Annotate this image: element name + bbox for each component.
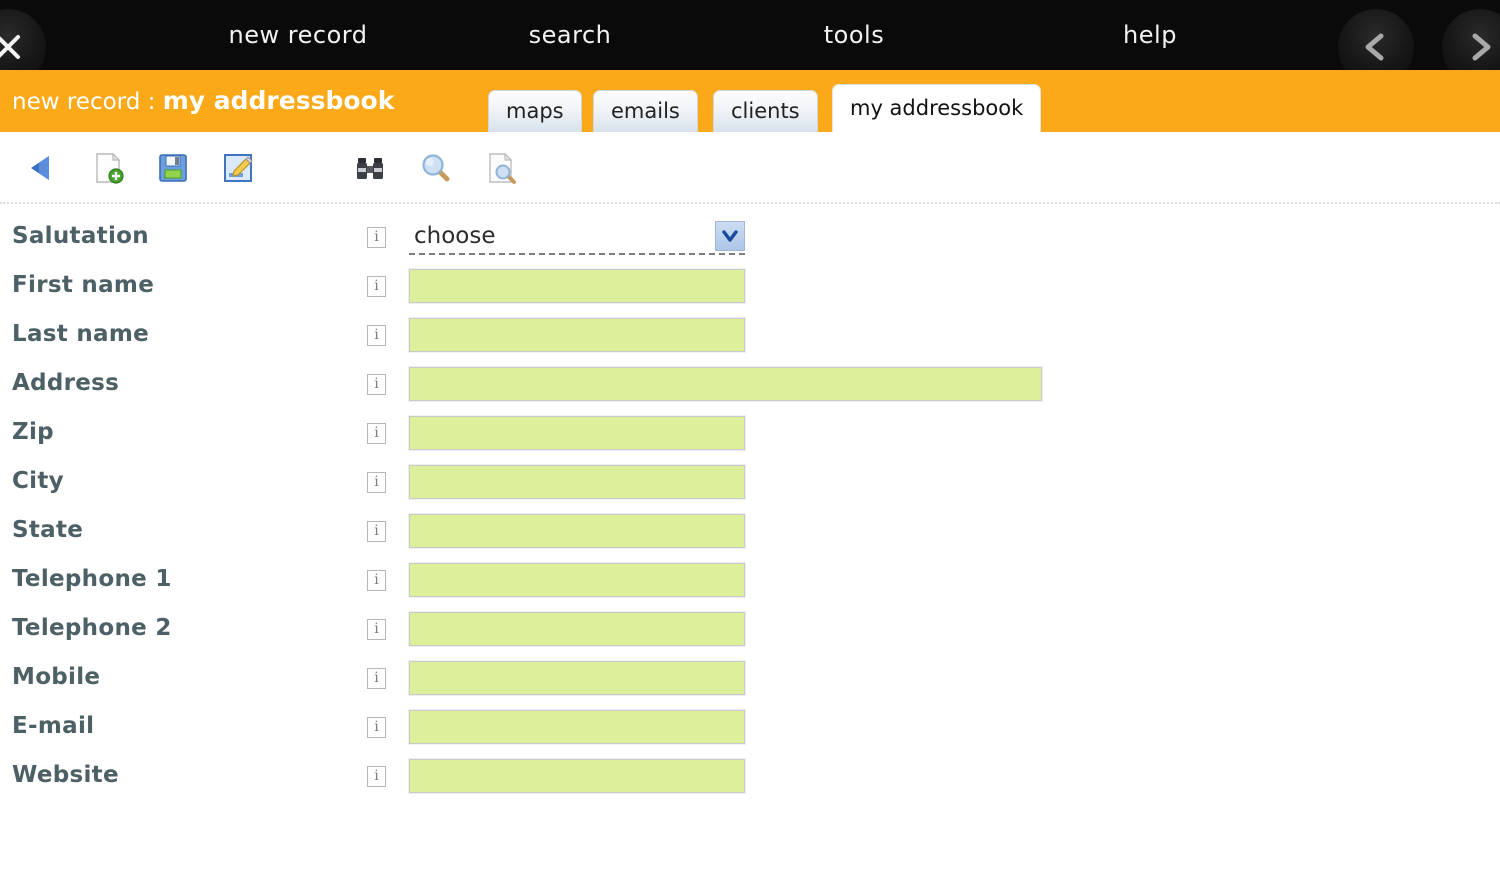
edit-button[interactable] xyxy=(216,146,260,190)
breadcrumb-prefix: new record : xyxy=(12,89,163,115)
tab-emails[interactable]: emails xyxy=(593,90,698,132)
back-button[interactable] xyxy=(20,146,64,190)
tab-clients[interactable]: clients xyxy=(713,90,818,132)
page-header-bar: new record : my addressbook maps emails … xyxy=(0,70,1500,132)
breadcrumb: new record : my addressbook xyxy=(12,70,394,132)
form-row: E-mail i xyxy=(0,702,1500,751)
last-name-input[interactable] xyxy=(408,317,746,353)
city-input[interactable] xyxy=(408,464,746,500)
chevron-left-icon xyxy=(1365,33,1384,61)
info-icon[interactable]: i xyxy=(367,423,386,444)
form-row: State i xyxy=(0,506,1500,555)
form-row: Zip i xyxy=(0,408,1500,457)
salutation-select-value: choose xyxy=(414,223,496,249)
form-row: Address i xyxy=(0,359,1500,408)
info-icon[interactable]: i xyxy=(367,276,386,297)
new-record-button[interactable] xyxy=(86,146,130,190)
mobile-input[interactable] xyxy=(408,660,746,696)
save-floppy-icon xyxy=(159,154,187,182)
info-icon[interactable]: i xyxy=(367,619,386,640)
info-icon[interactable]: i xyxy=(367,521,386,542)
form-row: City i xyxy=(0,457,1500,506)
field-label-mobile: Mobile xyxy=(12,664,101,690)
first-name-input[interactable] xyxy=(408,268,746,304)
back-arrow-icon xyxy=(31,156,49,180)
menu-item-search[interactable]: search xyxy=(452,0,688,70)
field-label-salutation: Salutation xyxy=(12,223,149,249)
form-row: First name i xyxy=(0,261,1500,310)
edit-document-icon xyxy=(224,154,253,182)
info-icon[interactable]: i xyxy=(367,227,386,248)
info-icon[interactable]: i xyxy=(367,472,386,493)
field-label-address: Address xyxy=(12,370,120,396)
chevron-right-icon xyxy=(1472,33,1491,61)
chevron-down-icon[interactable] xyxy=(715,221,745,251)
search-button[interactable] xyxy=(414,146,458,190)
field-label-telephone-2: Telephone 2 xyxy=(12,615,172,641)
toolbar xyxy=(0,132,1500,204)
field-label-first-name: First name xyxy=(12,272,155,298)
record-form: Salutation i choose First name i Last na… xyxy=(0,212,1500,800)
info-icon[interactable]: i xyxy=(367,325,386,346)
tab-maps[interactable]: maps xyxy=(488,90,582,132)
app-window: new record search tools help new record … xyxy=(0,0,1500,894)
field-label-city: City xyxy=(12,468,64,494)
field-label-website: Website xyxy=(12,762,119,788)
page-title: my addressbook xyxy=(162,86,395,115)
info-icon[interactable]: i xyxy=(367,374,386,395)
top-menu-items: new record search tools help xyxy=(0,0,1320,70)
website-input[interactable] xyxy=(408,758,746,794)
form-row: Telephone 1 i xyxy=(0,555,1500,604)
menu-item-tools[interactable]: tools xyxy=(736,0,972,70)
salutation-select[interactable]: choose xyxy=(409,219,745,255)
toolbar-divider xyxy=(0,202,1500,204)
form-row: Mobile i xyxy=(0,653,1500,702)
document-search-icon xyxy=(489,152,516,184)
save-button[interactable] xyxy=(151,146,195,190)
field-label-email: E-mail xyxy=(12,713,95,739)
info-icon[interactable]: i xyxy=(367,668,386,689)
chevron-down-glyph xyxy=(722,230,738,242)
form-row: Salutation i choose xyxy=(0,212,1500,261)
field-label-state: State xyxy=(12,517,84,543)
field-label-last-name: Last name xyxy=(12,321,150,347)
binoculars-icon xyxy=(357,158,383,179)
form-row: Telephone 2 i xyxy=(0,604,1500,653)
menu-item-help[interactable]: help xyxy=(1032,0,1268,70)
zip-input[interactable] xyxy=(408,415,746,451)
field-label-zip: Zip xyxy=(12,419,54,445)
address-input[interactable] xyxy=(408,366,1043,402)
field-label-telephone-1: Telephone 1 xyxy=(12,566,172,592)
form-row: Last name i xyxy=(0,310,1500,359)
form-row: Website i xyxy=(0,751,1500,800)
browse-button[interactable] xyxy=(348,146,392,190)
state-input[interactable] xyxy=(408,513,746,549)
top-menu-bar: new record search tools help xyxy=(0,0,1500,85)
info-icon[interactable]: i xyxy=(367,570,386,591)
info-icon[interactable]: i xyxy=(367,717,386,738)
info-icon[interactable]: i xyxy=(367,766,386,787)
telephone-2-input[interactable] xyxy=(408,611,746,647)
magnifier-icon xyxy=(422,154,450,182)
preview-button[interactable] xyxy=(480,146,524,190)
email-input[interactable] xyxy=(408,709,746,745)
tab-my-addressbook[interactable]: my addressbook xyxy=(832,84,1042,132)
telephone-1-input[interactable] xyxy=(408,562,746,598)
new-document-icon xyxy=(96,152,124,184)
menu-item-new-record[interactable]: new record xyxy=(180,0,416,70)
